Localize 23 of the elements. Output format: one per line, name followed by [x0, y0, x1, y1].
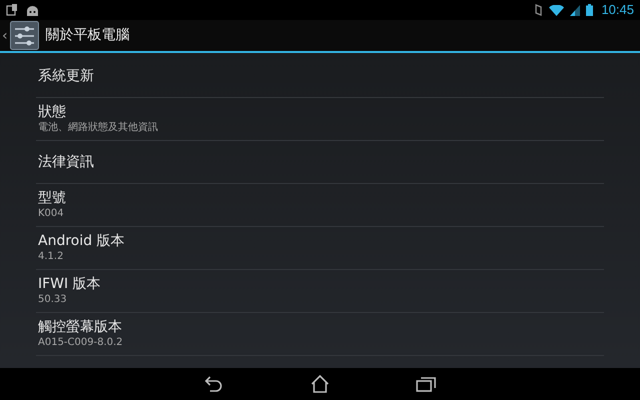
setting-title[interactable]: 法律資訊 [38, 154, 94, 170]
screen-title: 關於平板電腦 [46, 26, 130, 45]
back-button[interactable]: ‹ [2, 21, 39, 50]
setting-summary: 50.33 [38, 293, 67, 306]
recent-apps-icon[interactable] [416, 376, 436, 392]
setting-title[interactable]: Android 版本 [38, 233, 125, 250]
setting-summary: 電池、網路狀態及其他資訊 [38, 121, 158, 134]
wifi-icon [549, 4, 564, 16]
settings-icon [10, 21, 39, 50]
setting-summary: A015-C009-8.0.2 [38, 336, 123, 349]
home-icon[interactable] [310, 375, 330, 393]
battery-icon [586, 4, 594, 16]
setting-title[interactable]: 狀態 [38, 104, 66, 121]
setting-summary: K004 [38, 207, 64, 220]
clock: 10:45 [601, 1, 634, 20]
setting-title[interactable]: 觸控螢幕版本 [38, 319, 122, 336]
robot-notification-icon [26, 4, 39, 16]
setting-title[interactable]: 型號 [38, 190, 66, 207]
setting-title[interactable]: IFWI 版本 [38, 276, 101, 293]
setting-title[interactable]: 系統更新 [38, 68, 94, 84]
setting-summary: 4.1.2 [38, 250, 64, 263]
back-icon[interactable] [204, 376, 224, 392]
signal-icon [570, 4, 580, 16]
